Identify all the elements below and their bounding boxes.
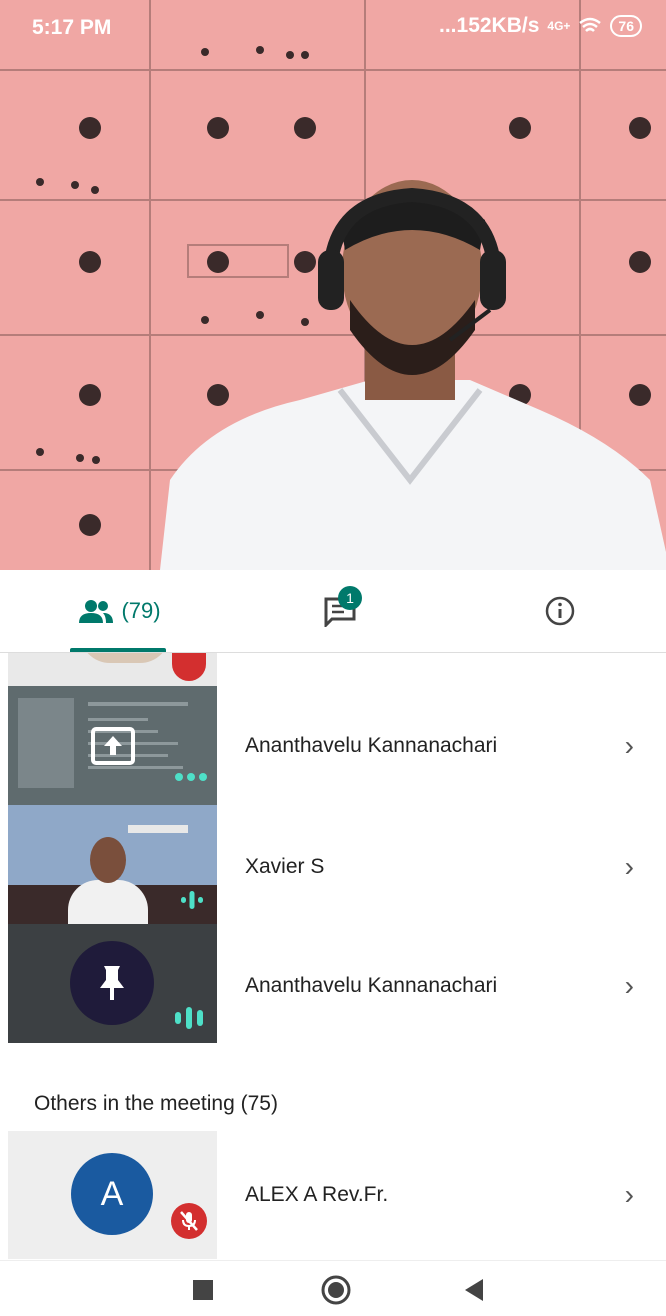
meeting-tabs: (79) 1 bbox=[0, 570, 666, 653]
participant-row[interactable]: Ananthavelu Kannanachari › bbox=[0, 686, 666, 805]
mic-off-icon bbox=[171, 1203, 207, 1239]
tab-chat[interactable]: 1 bbox=[300, 570, 380, 652]
others-section-header: Others in the meeting (75) bbox=[34, 1092, 278, 1115]
recents-button[interactable] bbox=[193, 1280, 213, 1300]
participant-name: Ananthavelu Kannanachari bbox=[245, 734, 498, 757]
battery-icon: 76 bbox=[610, 15, 642, 37]
status-time: 5:17 PM bbox=[32, 16, 112, 39]
speaking-indicator-icon bbox=[175, 1007, 203, 1029]
participant-avatar-thumb: A bbox=[8, 1131, 217, 1259]
participant-name: ALEX A Rev.Fr. bbox=[245, 1183, 389, 1206]
wifi-icon bbox=[579, 17, 602, 32]
signal-icon: 4G+ bbox=[547, 19, 571, 33]
tab-info[interactable] bbox=[520, 570, 600, 652]
chevron-right-icon[interactable]: › bbox=[625, 1179, 634, 1211]
speaking-indicator-icon bbox=[181, 891, 203, 909]
chat-badge: 1 bbox=[338, 586, 362, 610]
system-nav-bar bbox=[0, 1260, 666, 1316]
participant-name: Ananthavelu Kannanachari bbox=[245, 974, 498, 997]
participant-row[interactable]: A ALEX A Rev.Fr. › bbox=[0, 1131, 666, 1259]
network-speed: ...152KB/s bbox=[439, 14, 540, 37]
pin-icon bbox=[100, 966, 124, 1000]
back-button[interactable] bbox=[463, 1278, 485, 1302]
chevron-right-icon[interactable]: › bbox=[625, 730, 634, 762]
pinned-thumb bbox=[8, 924, 217, 1043]
list-item-partial bbox=[0, 653, 666, 686]
home-button[interactable] bbox=[320, 1274, 352, 1306]
participant-row[interactable]: Xavier S › bbox=[0, 805, 666, 924]
presenting-icon bbox=[91, 727, 135, 765]
avatar: A bbox=[71, 1153, 153, 1235]
more-icon[interactable] bbox=[174, 772, 208, 782]
main-video[interactable]: 5:17 PM ...152KB/s 4G+ 76 bbox=[0, 0, 666, 570]
participant-row[interactable]: Ananthavelu Kannanachari › bbox=[0, 924, 666, 1043]
tab-people[interactable]: (79) bbox=[70, 570, 170, 652]
chevron-right-icon[interactable]: › bbox=[625, 970, 634, 1002]
info-icon bbox=[545, 596, 575, 626]
presentation-thumb bbox=[8, 686, 217, 805]
slide-image bbox=[18, 698, 74, 788]
speaker-video bbox=[160, 180, 666, 570]
people-icon bbox=[79, 600, 114, 623]
people-count: (79) bbox=[121, 598, 161, 623]
chevron-right-icon[interactable]: › bbox=[625, 851, 634, 883]
participant-video-thumb bbox=[8, 805, 217, 924]
active-tab-indicator bbox=[70, 648, 166, 652]
status-bar: 5:17 PM ...152KB/s 4G+ 76 bbox=[0, 0, 666, 50]
participant-name: Xavier S bbox=[245, 855, 325, 878]
